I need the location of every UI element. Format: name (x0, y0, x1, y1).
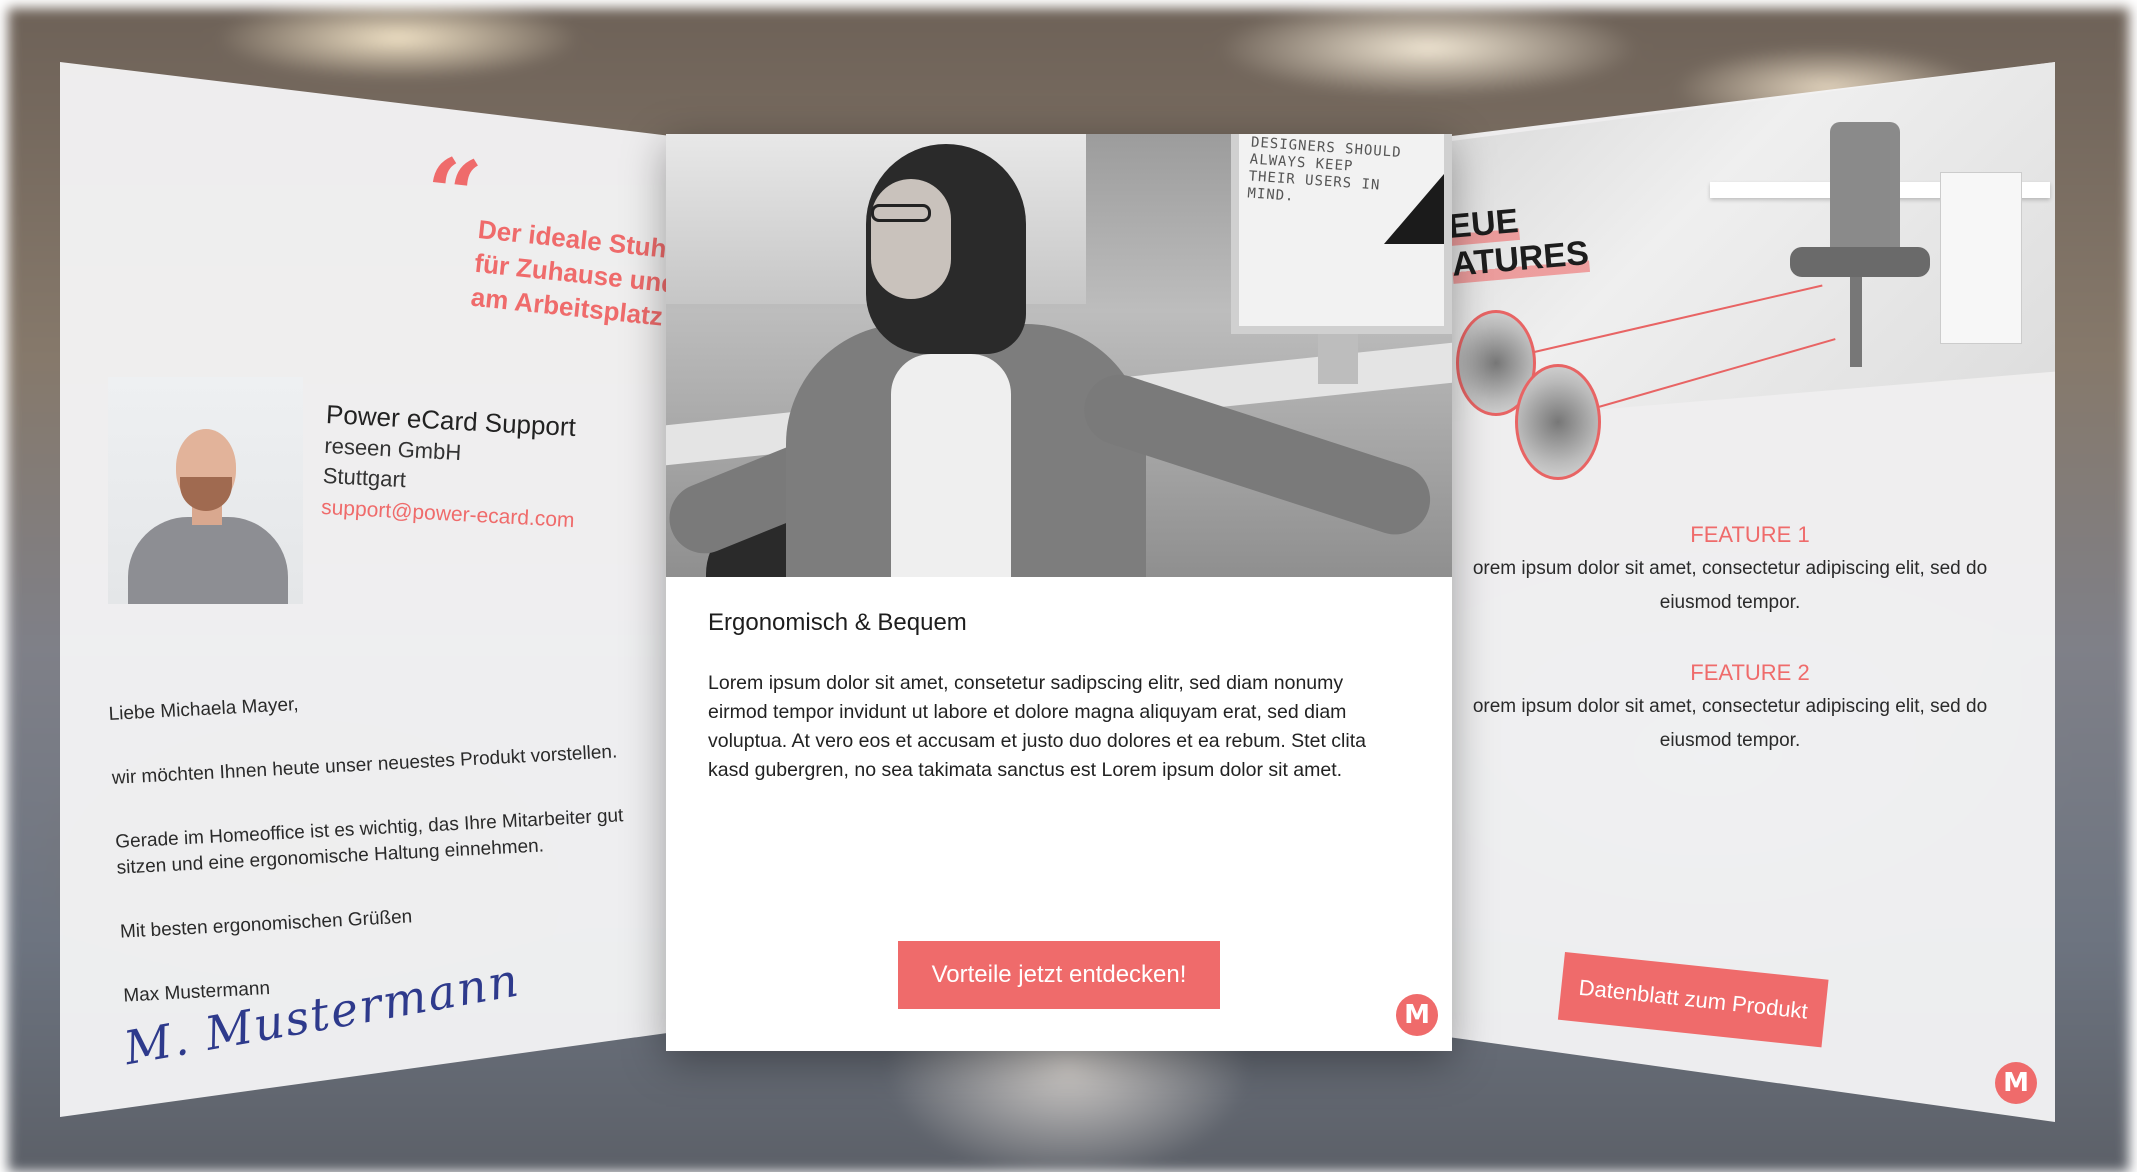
feature-2-body: orem ipsum dolor sit amet, consectetur a… (1472, 696, 1988, 751)
avatar-beard (180, 477, 232, 511)
feature-1-title: FEATURE 1 (1690, 522, 1810, 547)
quote-icon: “ (419, 135, 487, 254)
cabinet (1940, 172, 2022, 344)
product-title: Ergonomisch & Bequem (708, 609, 967, 636)
datasheet-button[interactable]: Datenblatt zum Produkt (1557, 952, 1829, 1048)
chair-seat (1790, 247, 1930, 277)
discover-benefits-button[interactable]: Vorteile jetzt entdecken! (898, 941, 1220, 1009)
features-heading-line: EUE (1446, 202, 1520, 246)
letter-paragraph: Gerade im Homeoffice ist es wichtig, das… (114, 805, 624, 879)
feature-2-title: FEATURE 2 (1690, 660, 1810, 685)
hero-image: DESIGNERS SHOULD ALWAYS KEEP THEIR USERS… (666, 134, 1452, 577)
hero-monitor: DESIGNERS SHOULD ALWAYS KEEP THEIR USERS… (1231, 134, 1452, 334)
hero-person-shirt (891, 354, 1011, 577)
chair-back (1830, 122, 1900, 262)
letter-paragraph: wir möchten Ihnen heute unser neuestes P… (111, 741, 618, 789)
avatar-shirt (128, 517, 288, 604)
contact-block: Power eCard Support reseen GmbH Stuttgar… (320, 397, 580, 538)
feature-1-body: orem ipsum dolor sit amet, consectetur a… (1472, 558, 1988, 613)
letter-greeting: Liebe Michaela Mayer, (108, 694, 300, 725)
brand-logo-icon: M (1396, 994, 1438, 1036)
brand-logo-icon: M (1995, 1062, 2037, 1104)
letter-card: “ Der ideale Stuhl für Zuhause und am Ar… (60, 62, 670, 1117)
monitor-stand (1318, 334, 1358, 384)
letter-closing: Mit besten ergonomischen Grüßen (119, 906, 413, 943)
monitor-graphic (1384, 174, 1444, 244)
stage: “ Der ideale Stuhl für Zuhause und am Ar… (0, 0, 2137, 1172)
features-heading: EUE ATURES (1446, 196, 1591, 284)
avatar (108, 377, 303, 604)
product-description: Lorem ipsum dolor sit amet, consetetur s… (708, 672, 1366, 781)
product-card: DESIGNERS SHOULD ALWAYS KEEP THEIR USERS… (666, 134, 1452, 1051)
hero-person-face (871, 179, 951, 299)
features-card: EUE ATURES FEATURE 1 orem ipsum dolor si… (1450, 62, 2055, 1122)
hero-person-glasses (871, 204, 931, 222)
zoom-detail-wheel (1515, 364, 1601, 480)
chair-base (1850, 277, 1862, 367)
